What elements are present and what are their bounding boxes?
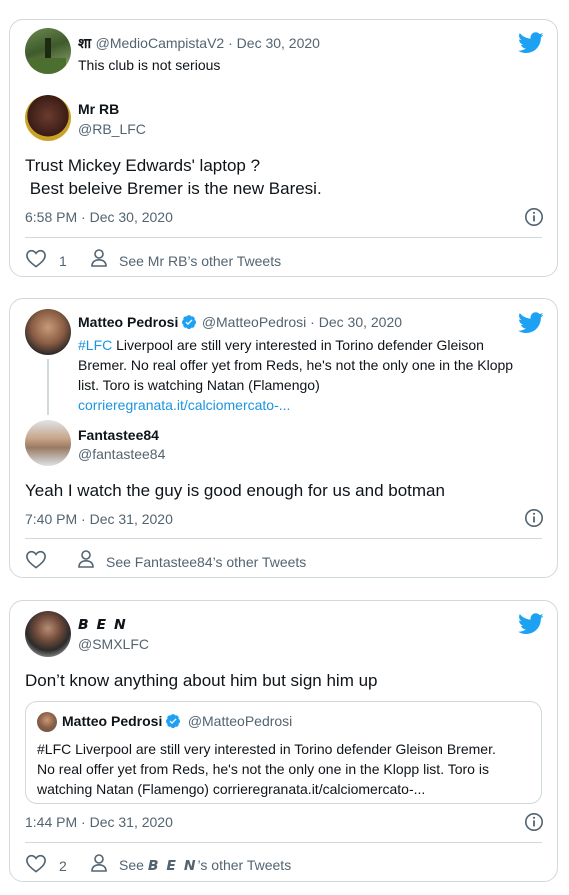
other-tweets-link[interactable]: See Fantastee84’s other Tweets bbox=[77, 549, 306, 574]
divider bbox=[25, 237, 542, 238]
tweet-text: Trust Mickey Edwards' laptop ? Best bele… bbox=[25, 154, 322, 200]
avatar bbox=[37, 712, 57, 732]
author-handle[interactable]: @fantastee84 bbox=[78, 446, 165, 462]
person-icon bbox=[90, 248, 108, 273]
separator: · bbox=[306, 314, 319, 330]
tweet-text-line: Trust Mickey Edwards' laptop ? bbox=[25, 156, 261, 175]
other-tweets-name: 𝘽 𝙀 𝙉 bbox=[147, 857, 198, 873]
quoted-text-line: watching Natan (Flamengo) corrieregranat… bbox=[37, 781, 426, 797]
author-handle[interactable]: @RB_LFC bbox=[78, 121, 146, 137]
twitter-bird-icon[interactable] bbox=[518, 32, 544, 59]
avatar[interactable] bbox=[25, 420, 71, 466]
other-tweets-label: See Fantastee84’s other Tweets bbox=[106, 553, 307, 570]
separator: · bbox=[224, 35, 237, 51]
divider bbox=[25, 842, 542, 843]
thread-line bbox=[47, 359, 49, 415]
verified-badge-icon bbox=[181, 314, 197, 335]
twitter-bird-icon[interactable] bbox=[518, 613, 544, 640]
tweet-text: Yeah I watch the guy is good enough for … bbox=[25, 481, 445, 500]
parent-author-handle[interactable]: @MedioCampistaV2 bbox=[96, 35, 225, 51]
avatar[interactable] bbox=[25, 309, 71, 355]
quoted-tweet-header: Matteo Pedrosi @MatteoPedrosi bbox=[62, 713, 292, 734]
other-tweets-label: See 𝘽 𝙀 𝙉’s other Tweets bbox=[119, 857, 291, 874]
article-link[interactable]: corrieregranata.it/calciomercato-... bbox=[78, 395, 513, 415]
author-name[interactable]: Fantastee84 bbox=[78, 427, 159, 443]
parent-date[interactable]: Dec 30, 2020 bbox=[319, 314, 402, 330]
parent-text-line: Liverpool are still very interested in T… bbox=[112, 337, 484, 353]
heart-icon bbox=[25, 248, 47, 273]
parent-date[interactable]: Dec 30, 2020 bbox=[237, 35, 320, 51]
parent-author-name[interactable]: शा bbox=[78, 35, 91, 51]
parent-author-name[interactable]: Matteo Pedrosi bbox=[78, 314, 178, 330]
quoted-tweet[interactable]: Matteo Pedrosi @MatteoPedrosi #LFC Liver… bbox=[25, 701, 542, 804]
info-icon[interactable] bbox=[524, 207, 544, 232]
tweet-timestamp[interactable]: 6:58 PM · Dec 30, 2020 bbox=[25, 209, 173, 225]
quoted-author-name: Matteo Pedrosi bbox=[62, 713, 163, 729]
avatar[interactable] bbox=[25, 611, 71, 657]
like-button[interactable]: 1 bbox=[25, 248, 67, 273]
like-count: 2 bbox=[59, 857, 67, 874]
tweet-text-line: Best beleive Bremer is the new Baresi. bbox=[25, 179, 322, 198]
person-icon bbox=[90, 853, 108, 878]
tweet-text: Don’t know anything about him but sign h… bbox=[25, 671, 378, 690]
parent-author-handle[interactable]: @MatteoPedrosi bbox=[202, 314, 306, 330]
like-count: 1 bbox=[59, 252, 67, 269]
other-tweets-suffix: ’s other Tweets bbox=[197, 857, 292, 873]
author-name[interactable]: 𝘽 𝙀 𝙉 bbox=[78, 616, 128, 633]
parent-tweet-text: #LFC Liverpool are still very interested… bbox=[78, 335, 513, 415]
divider bbox=[25, 538, 542, 539]
twitter-bird-icon[interactable] bbox=[518, 312, 544, 339]
tweet-timestamp[interactable]: 1:44 PM · Dec 31, 2020 bbox=[25, 814, 173, 830]
info-icon[interactable] bbox=[524, 812, 544, 837]
quoted-author-handle: @MatteoPedrosi bbox=[187, 713, 293, 729]
quoted-text-line: #LFC Liverpool are still very interested… bbox=[37, 741, 496, 757]
tweet-card-3: 𝘽 𝙀 𝙉 @SMXLFC Don’t know anything about … bbox=[9, 600, 558, 882]
other-tweets-link[interactable]: See Mr RB’s other Tweets bbox=[90, 248, 281, 273]
tweet-card-1: शा @MedioCampistaV2 · Dec 30, 2020 This … bbox=[9, 19, 558, 277]
parent-tweet-header: Matteo Pedrosi @MatteoPedrosi · Dec 30, … bbox=[78, 314, 402, 335]
like-button[interactable]: 2 bbox=[25, 853, 67, 878]
hashtag-link[interactable]: #LFC bbox=[78, 337, 112, 353]
tweet-timestamp[interactable]: 7:40 PM · Dec 31, 2020 bbox=[25, 511, 173, 527]
other-tweets-label: See Mr RB’s other Tweets bbox=[119, 252, 282, 269]
parent-tweet-header: शा @MedioCampistaV2 · Dec 30, 2020 bbox=[78, 34, 320, 53]
tweet-card-2: Matteo Pedrosi @MatteoPedrosi · Dec 30, … bbox=[9, 298, 558, 578]
quoted-tweet-text: #LFC Liverpool are still very interested… bbox=[37, 739, 496, 799]
parent-text-line: Bremer. No real offer yet from Reds, he'… bbox=[78, 357, 514, 373]
avatar[interactable] bbox=[25, 95, 71, 141]
avatar[interactable] bbox=[25, 28, 71, 74]
parent-text-line: list. Toro is watching Natan (Flamengo) bbox=[78, 377, 320, 393]
person-icon bbox=[77, 549, 95, 574]
other-tweets-prefix: See bbox=[119, 857, 148, 873]
parent-tweet-text: This club is not serious bbox=[78, 57, 221, 73]
like-button[interactable] bbox=[25, 549, 59, 574]
author-name[interactable]: Mr RB bbox=[78, 101, 119, 117]
info-icon[interactable] bbox=[524, 508, 544, 533]
other-tweets-link[interactable]: See 𝘽 𝙀 𝙉’s other Tweets bbox=[90, 853, 291, 878]
verified-badge-icon bbox=[165, 713, 181, 734]
heart-icon bbox=[25, 853, 47, 878]
author-handle[interactable]: @SMXLFC bbox=[78, 636, 149, 652]
heart-icon bbox=[25, 549, 47, 574]
quoted-text-line: No real offer yet from Reds, he's not th… bbox=[37, 761, 489, 777]
